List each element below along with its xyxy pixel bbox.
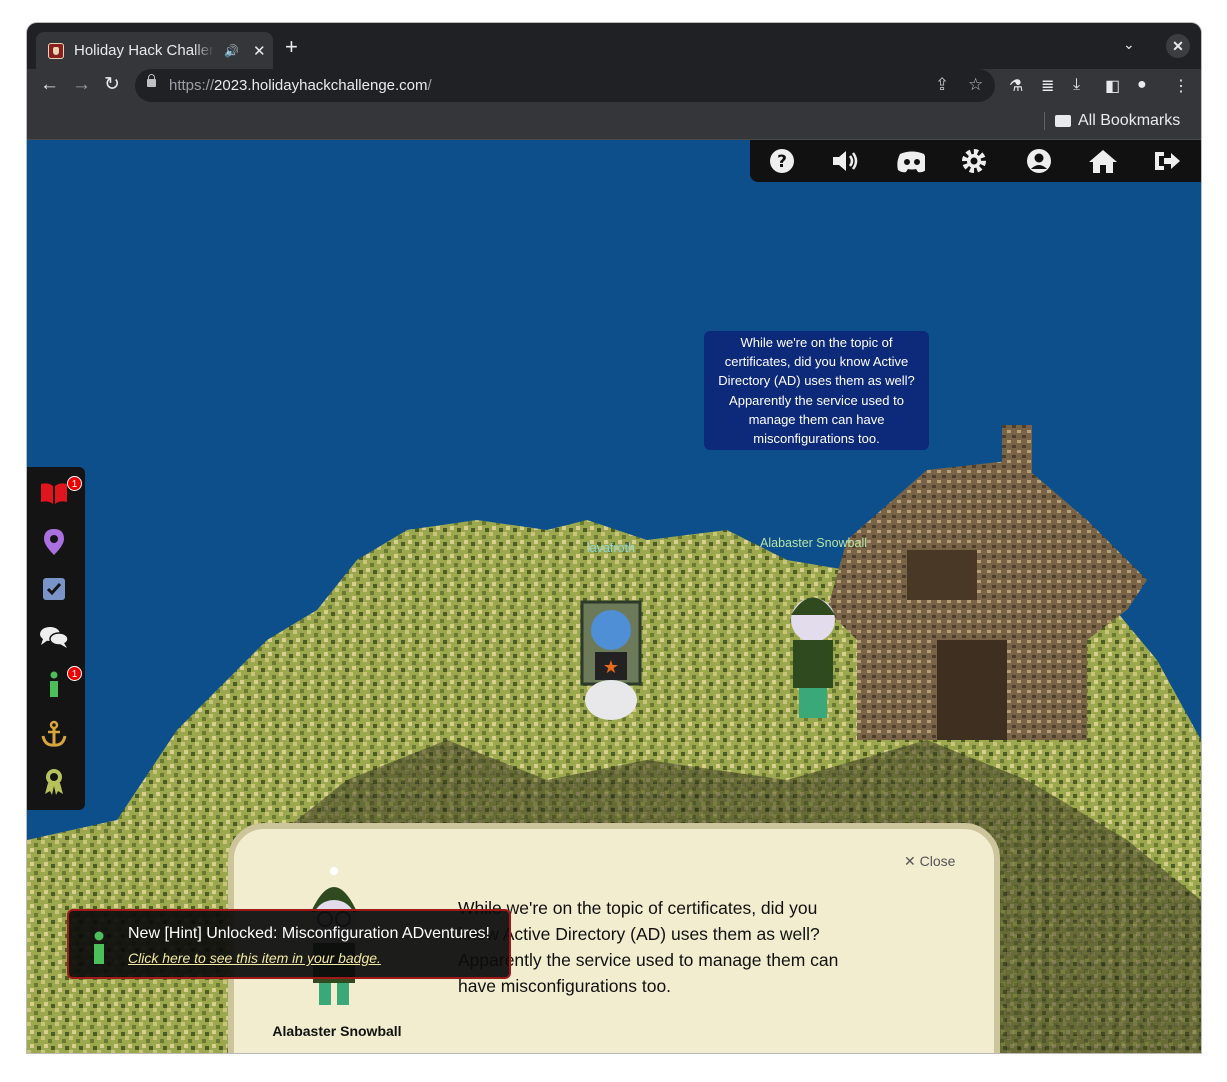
window-close-button[interactable]: ✕	[1166, 34, 1190, 58]
url-text[interactable]: https://2023.holidayhackchallenge.com/	[169, 77, 432, 94]
speech-bubble-text: While we're on the topic of certificates…	[718, 334, 915, 447]
bookmark-star-icon[interactable]: ☆	[968, 75, 983, 95]
chat-icon[interactable]	[39, 622, 69, 652]
share-icon[interactable]: ⇪	[935, 75, 949, 95]
discord-icon[interactable]	[895, 146, 925, 176]
bookmarks-divider	[1044, 112, 1045, 130]
player-name-label: lavafroth	[587, 541, 635, 555]
download-icon[interactable]: ⤓	[1073, 76, 1080, 94]
objectives-book-icon[interactable]	[39, 478, 69, 508]
profile-avatar-icon[interactable]: ●	[1137, 76, 1147, 94]
home-icon[interactable]	[1088, 146, 1118, 176]
folder-icon[interactable]	[1055, 115, 1071, 127]
tab-title: Holiday Hack Challenge 2023	[74, 42, 214, 59]
help-icon[interactable]: ?	[767, 146, 797, 176]
tab-close-icon[interactable]: ✕	[253, 42, 266, 60]
logout-icon[interactable]	[1152, 146, 1182, 176]
browser-window: Holiday Hack Challenge 2023 🔊 ✕ + ⌄ ✕ ← …	[27, 23, 1201, 1053]
close-label: Close	[919, 853, 956, 869]
game-side-menu: 1 1	[27, 467, 85, 810]
browser-menu-icon[interactable]: ⋮	[1173, 76, 1189, 96]
speaker-icon[interactable]: 🔊	[224, 44, 239, 58]
new-tab-button[interactable]: +	[285, 35, 298, 59]
info-icon	[94, 931, 104, 964]
dialog-speaker-name: Alabaster Snowball	[272, 1023, 402, 1039]
toast-badge-link[interactable]: Click here to see this item in your badg…	[128, 950, 381, 966]
npc-speech-bubble: While we're on the topic of certificates…	[704, 331, 929, 450]
hints-info-icon[interactable]	[39, 670, 69, 700]
objectives-badge: 1	[67, 476, 82, 491]
checklist-icon[interactable]	[39, 574, 69, 604]
toast-title: New [Hint] Unlocked: Misconfiguration AD…	[128, 925, 490, 942]
browser-tab[interactable]: Holiday Hack Challenge 2023 🔊 ✕	[36, 32, 273, 69]
dialog-close-button[interactable]: ✕ Close	[904, 853, 955, 870]
close-icon: ✕	[904, 853, 920, 869]
dialog-text: While we're on the topic of certificates…	[458, 898, 839, 996]
tab-search-chevron-icon[interactable]: ⌄	[1123, 36, 1135, 53]
lock-icon[interactable]	[147, 74, 156, 87]
svg-text:★: ★	[603, 657, 619, 678]
bookmarks-bar: All Bookmarks	[27, 103, 1201, 140]
tab-strip: Holiday Hack Challenge 2023 🔊 ✕ + ⌄ ✕	[27, 23, 1201, 69]
npc-name-label: Alabaster Snowball	[760, 536, 868, 550]
side-panel-icon[interactable]: ◧	[1105, 76, 1120, 96]
achievements-icon[interactable]	[39, 767, 69, 797]
media-queue-icon[interactable]: ≣	[1041, 76, 1054, 96]
site-favicon-icon	[48, 42, 64, 59]
top-hud-bar: ?	[750, 140, 1201, 182]
all-bookmarks-button[interactable]: All Bookmarks	[1078, 112, 1180, 130]
svg-text:?: ?	[777, 152, 787, 172]
location-pin-icon[interactable]	[39, 527, 69, 557]
reload-icon[interactable]: ↻	[104, 75, 120, 95]
game-viewport[interactable]: ★ ? 1 1 While we're on the topic of cert…	[27, 140, 1201, 1053]
anchor-icon[interactable]	[39, 719, 69, 749]
profile-icon[interactable]	[1024, 146, 1054, 176]
address-bar[interactable]: https://2023.holidayhackchallenge.com/ ⇪…	[135, 69, 995, 102]
labs-flask-icon[interactable]: ⚗	[1009, 76, 1023, 96]
settings-icon[interactable]	[959, 146, 989, 176]
forward-arrow-icon[interactable]: →	[72, 75, 91, 95]
back-arrow-icon[interactable]: ←	[40, 75, 59, 95]
browser-toolbar: ← → ↻ https://2023.holidayhackchallenge.…	[27, 69, 1201, 103]
volume-icon[interactable]	[830, 146, 860, 176]
hint-unlocked-toast[interactable]: New [Hint] Unlocked: Misconfiguration AD…	[67, 909, 511, 979]
hints-badge: 1	[67, 666, 82, 681]
